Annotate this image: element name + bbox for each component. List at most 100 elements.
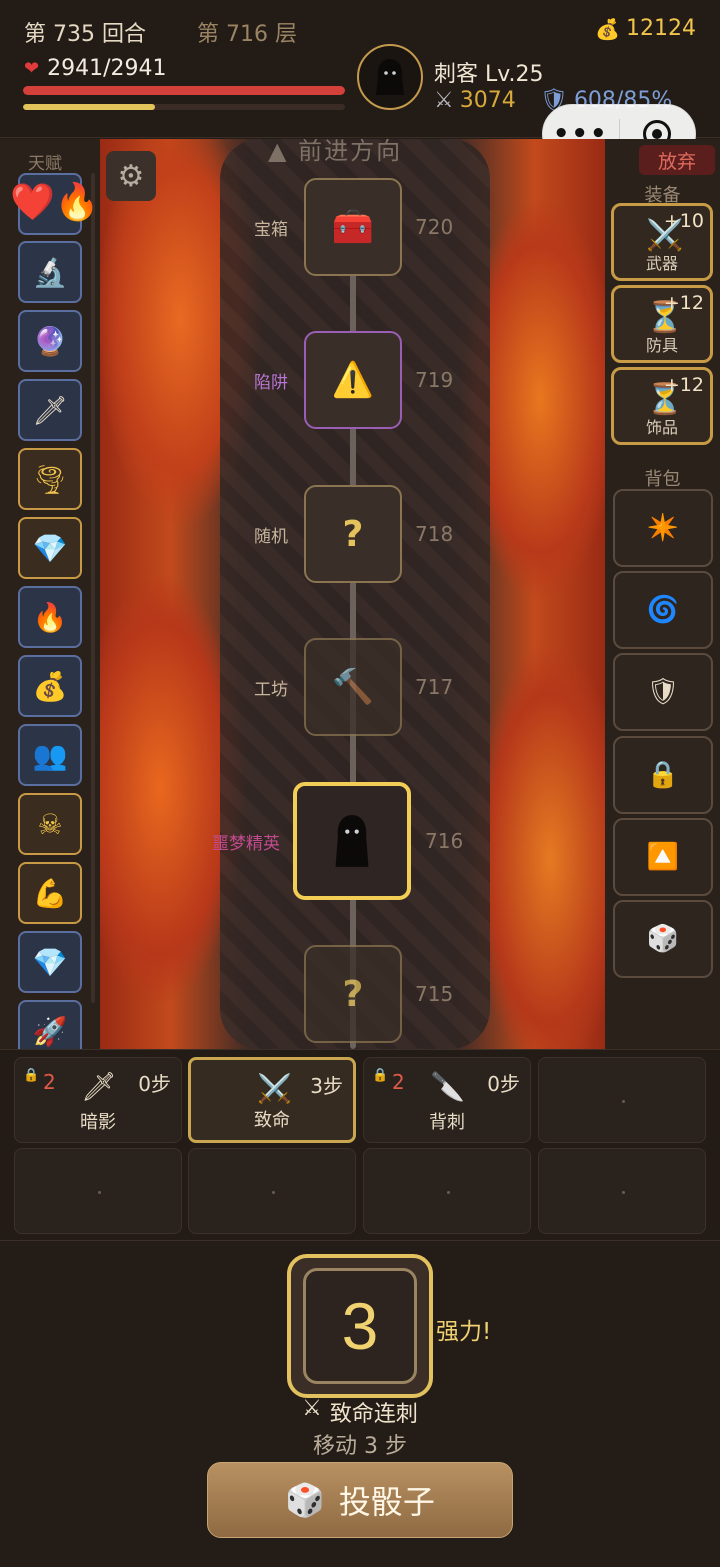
equipment-sidebar: 放弃 装备 ⚔️ +10 武器 ⏳ +12 防具 ⏳ +12 饰品 背包 ✴️ … [605, 139, 720, 1049]
shadow-figures-icon[interactable]: 👥 [18, 724, 82, 786]
attack-value: 3074 [459, 88, 516, 113]
empty-dot [447, 1191, 450, 1194]
floor-counter: 第 716 层 [197, 22, 297, 47]
heart-fire-icon: ❤️🔥 [10, 182, 100, 223]
node-random[interactable]: ? [304, 485, 402, 583]
diamond-icon[interactable]: 💎 [18, 931, 82, 993]
skill-backstab[interactable]: 🔒 2 🔪 0步 背刺 [363, 1057, 531, 1143]
tornado-icon[interactable]: 🌪 [18, 448, 82, 510]
skull-crossbones-icon[interactable]: ☠ [18, 793, 82, 855]
combo-name: 致命连刺 [329, 1402, 418, 1427]
crossed-swords-icon: ⚔ [434, 88, 454, 113]
gear-icon[interactable]: ⚙ [106, 151, 156, 201]
equip-accessory[interactable]: ⏳ +12 饰品 [611, 367, 713, 445]
bag-title: 背包 [644, 469, 681, 490]
dumbbell-icon[interactable]: 💪 [18, 862, 82, 924]
money-bag-icon[interactable]: 💰 [18, 655, 82, 717]
dagger-icon[interactable]: 🗡 [18, 379, 82, 441]
roll-dice-button[interactable]: 🎲 投骰子 [207, 1462, 513, 1538]
node-treasure[interactable]: 🧰 [304, 178, 402, 276]
dice-icon: 🎲 [285, 1481, 325, 1519]
bag-slot[interactable]: 🔒 [613, 736, 713, 814]
bag-slot[interactable]: 🌀 [613, 571, 713, 649]
combo-skill: ⚔ 致命连刺 [0, 1396, 720, 1428]
crossed-swords-icon: ⚔ [302, 1396, 322, 1421]
skill-slot-empty[interactable] [538, 1148, 706, 1234]
node-current-elite[interactable] [293, 782, 411, 900]
node-number: 716 [425, 829, 464, 853]
equip-armor[interactable]: ⏳ +12 防具 [611, 285, 713, 363]
fire-icon[interactable]: 🔥 [18, 586, 82, 648]
node-label: 噩梦精英 [212, 834, 280, 854]
give-up-button[interactable]: 放弃 [639, 145, 715, 175]
gold-bag-icon: 💰 [595, 16, 620, 41]
attack-stat: ⚔ 3074 [434, 88, 516, 113]
node-trap[interactable]: ⚠️ [304, 331, 402, 429]
hp-bar-fill [23, 86, 345, 95]
diamond-icon[interactable]: 💎 [18, 517, 82, 579]
character-name: 刺客 Lv.25 [434, 62, 544, 87]
skill-slot-empty[interactable] [538, 1057, 706, 1143]
skill-shadow[interactable]: 🔒 2 🗡 0步 暗影 [14, 1057, 182, 1143]
skill-name: 暗影 [80, 1112, 116, 1133]
node-label: 宝箱 [254, 220, 288, 240]
talent-sidebar: 天赋 ❤️🔥 🔬 🔮 🗡 🌪 💎 🔥 💰 👥 ☠ 💪 💎 🚀 [0, 139, 100, 1062]
shield-icon: 🛡 [646, 677, 680, 707]
node-label: 随机 [254, 527, 288, 547]
roll-dice-label: 投骰子 [338, 1483, 435, 1521]
hammer-icon: 🔨 [331, 667, 375, 707]
skill-name: 致命 [254, 1110, 290, 1131]
equip-level: +12 [663, 292, 704, 314]
equip-level: +12 [663, 374, 704, 396]
skill-steps: 0步 [487, 1072, 520, 1096]
equip-name: 武器 [645, 254, 678, 273]
route-direction-title: ▲ 前进方向 [268, 139, 403, 165]
xp-bar-fill [23, 104, 156, 110]
dice-result: 3 [287, 1254, 433, 1398]
character-avatar[interactable] [357, 44, 423, 110]
bag-slot[interactable]: 🎲 [613, 900, 713, 978]
bag-slot[interactable]: 🛡 [613, 653, 713, 731]
skill-steps: 3步 [310, 1074, 343, 1098]
equip-weapon[interactable]: ⚔️ +10 武器 [611, 203, 713, 281]
question-icon: ? [342, 513, 364, 555]
microscope-icon[interactable]: 🔬 [18, 241, 82, 303]
node-number: 717 [415, 675, 454, 699]
crystal-ball-icon[interactable]: 🔮 [18, 310, 82, 372]
empty-dot [272, 1191, 275, 1194]
sparkle-icon: ✴️ [646, 513, 680, 543]
xp-bar [23, 104, 345, 110]
node-random[interactable]: ? [304, 945, 402, 1043]
lock-icon: 🔒 [372, 1068, 389, 1083]
heart-icon: ❤ [24, 58, 40, 79]
empty-dot [622, 1191, 625, 1194]
bag-slot[interactable]: ✴️ [613, 489, 713, 567]
skill-slot-empty[interactable] [14, 1148, 182, 1234]
crossed-swords-icon: ⚔️ [257, 1072, 292, 1105]
bag-slot[interactable]: 🔼 [613, 818, 713, 896]
equip-level: +10 [663, 210, 704, 232]
turn-counter: 第 735 回合 [24, 22, 146, 47]
status-header: 第 735 回合 第 716 层 💰 12124 ❤ 2941/2941 刺客 … [0, 0, 720, 164]
warning-icon: ⚠️ [331, 360, 375, 400]
empty-dot [98, 1191, 101, 1194]
hp-display: ❤ 2941/2941 [24, 56, 166, 81]
knife-icon: 🔪 [430, 1070, 465, 1103]
skill-lethal[interactable]: ⚔️ 3步 致命 [188, 1057, 356, 1143]
talent-scrollbar[interactable] [91, 173, 95, 1003]
skill-bar: 🔒 2 🗡 0步 暗影 ⚔️ 3步 致命 🔒 2 🔪 0步 背刺 [0, 1049, 720, 1241]
skill-slot-empty[interactable] [188, 1148, 356, 1234]
node-number: 718 [415, 522, 454, 546]
skill-slot-empty[interactable] [363, 1148, 531, 1234]
node-label: 工坊 [254, 680, 288, 700]
node-workshop[interactable]: 🔨 [304, 638, 402, 736]
hp-value: 2941/2941 [47, 56, 167, 81]
equip-name: 防具 [645, 336, 678, 355]
question-icon: ? [342, 973, 364, 1015]
talent-title: 天赋 [28, 154, 62, 174]
skill-count: 2 [392, 1070, 405, 1094]
lock-icon: 🔒 [23, 1068, 40, 1083]
treasure-chest-icon: 🧰 [331, 207, 375, 247]
lava-map: ▲ 前进方向 ⚙ 宝箱 🧰 720 陷阱 ⚠️ 719 随机 ? 718 工坊 … [100, 139, 605, 1049]
hp-bar [23, 86, 345, 95]
